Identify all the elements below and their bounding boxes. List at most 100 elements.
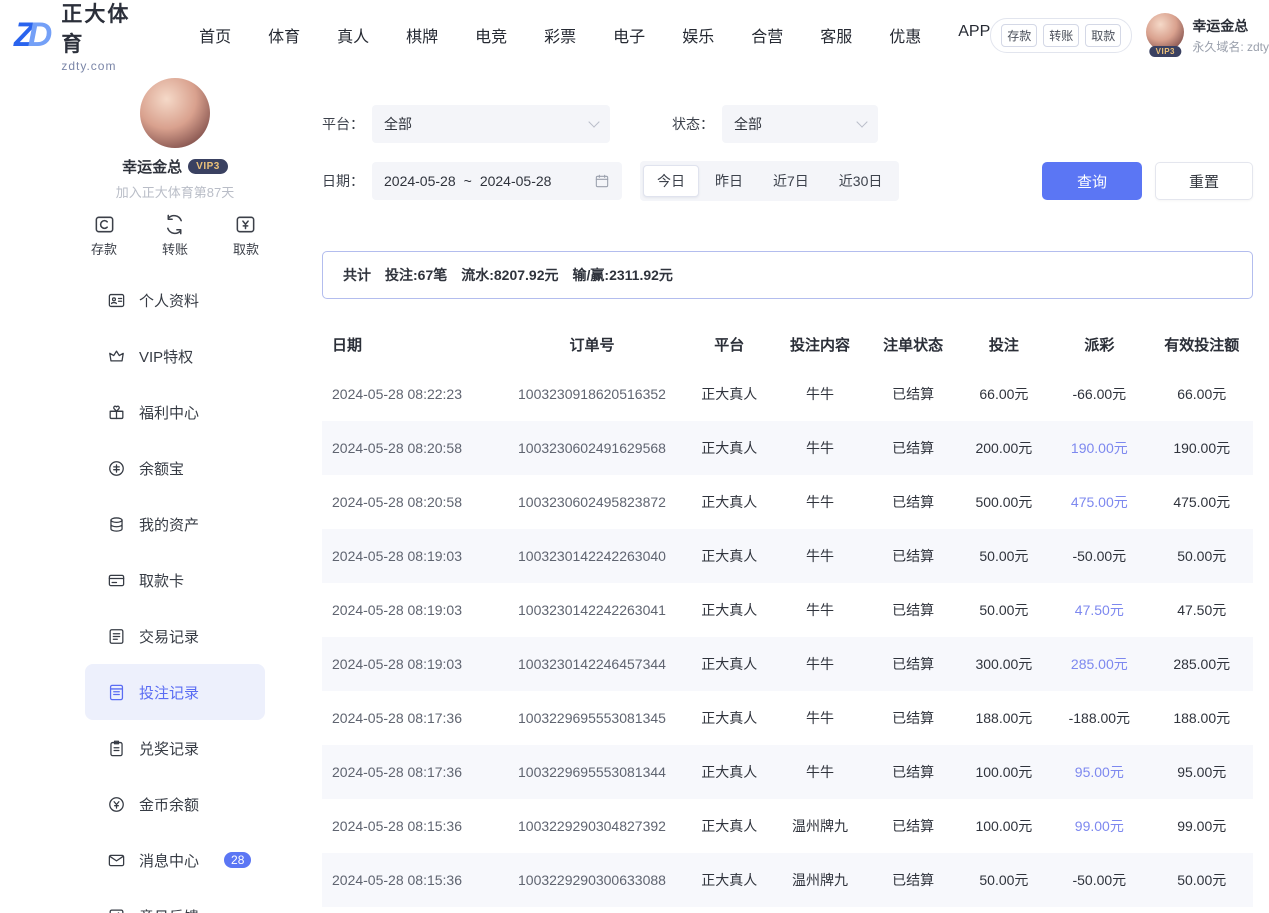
nav-item-3[interactable]: 棋牌: [406, 23, 438, 47]
cell-status: 已结算: [867, 708, 960, 728]
cell-valid: 285.00元: [1151, 654, 1253, 674]
sidebar-item-label: 取款卡: [139, 570, 184, 591]
cell-order: 1003229290304827392: [499, 818, 685, 834]
quick-action-deposit[interactable]: 存款: [91, 213, 117, 258]
nav-item-11[interactable]: APP: [958, 23, 990, 47]
sidebar-item-4[interactable]: 我的资产: [85, 496, 265, 552]
sidebar-item-label: 兑奖记录: [139, 738, 199, 759]
summary-bar: 共计 投注:67笔 流水:8207.92元 输/赢:2311.92元: [322, 251, 1253, 299]
cell-content: 牛牛: [774, 546, 867, 566]
cell-order: 1003230918620516352: [499, 386, 685, 402]
query-button[interactable]: 查询: [1042, 162, 1142, 200]
vip-badge: VIP3: [1150, 46, 1181, 57]
gift-icon: [107, 403, 126, 422]
message-icon: [107, 851, 126, 870]
cell-payout: 190.00元: [1048, 438, 1150, 458]
nav-item-5[interactable]: 彩票: [544, 23, 576, 47]
sidebar-item-6[interactable]: 交易记录: [85, 608, 265, 664]
bet-records-icon: [107, 683, 126, 702]
sidebar-item-11[interactable]: 意见反馈: [85, 888, 265, 913]
join-days-text: 加入正大体育第87天: [85, 182, 265, 201]
table-row: 2024-05-28 08:19:031003230142242263041正大…: [322, 583, 1253, 637]
sidebar-item-label: VIP特权: [139, 346, 193, 367]
filter-row-2: 日期： 2024-05-28 ~ 2024-05-28 今日昨日近7日近30日 …: [322, 161, 1253, 201]
sidebar-item-10[interactable]: 消息中心 28: [85, 832, 265, 888]
cell-date: 2024-05-28 08:19:03: [322, 548, 499, 564]
sidebar-item-2[interactable]: 福利中心: [85, 384, 265, 440]
date-label: 日期：: [322, 171, 364, 191]
cell-payout: 47.50元: [1048, 600, 1150, 620]
date-range-input[interactable]: 2024-05-28 ~ 2024-05-28: [372, 162, 622, 200]
cell-content: 牛牛: [774, 384, 867, 404]
table-row: 2024-05-28 08:20:581003230602495823872正大…: [322, 475, 1253, 529]
cell-order: 1003230602495823872: [499, 494, 685, 510]
sidebar-item-1[interactable]: VIP特权: [85, 328, 265, 384]
nav-item-2[interactable]: 真人: [337, 23, 369, 47]
range-button-0[interactable]: 今日: [643, 165, 699, 197]
quick-action-label: 转账: [162, 239, 188, 258]
cell-payout: -50.00元: [1048, 870, 1150, 890]
logo[interactable]: ZD 正大体育 zdty.com: [14, 0, 153, 73]
col-header-0: 日期: [322, 334, 499, 355]
range-button-2[interactable]: 近7日: [759, 165, 823, 197]
unread-badge: 28: [224, 852, 251, 868]
range-button-1[interactable]: 昨日: [701, 165, 757, 197]
wallet-chip-0[interactable]: 存款: [1001, 24, 1037, 47]
table-row: 2024-05-28 08:20:581003230602491629568正大…: [322, 421, 1253, 475]
platform-select[interactable]: 全部: [372, 105, 610, 143]
cell-content: 牛牛: [774, 492, 867, 512]
bank-card-icon: [107, 571, 126, 590]
table-row: 2024-05-28 08:15:361003229290300633088正大…: [322, 853, 1253, 907]
avatar-wrap: VIP3: [1146, 13, 1184, 57]
summary-bets: 投注:67笔: [385, 265, 447, 285]
nav-item-9[interactable]: 客服: [820, 23, 852, 47]
range-button-3[interactable]: 近30日: [825, 165, 897, 197]
cell-status: 已结算: [867, 492, 960, 512]
sidebar-item-9[interactable]: 金币余额: [85, 776, 265, 832]
reset-button[interactable]: 重置: [1155, 162, 1253, 200]
cell-payout: 99.00元: [1048, 816, 1150, 836]
nav-item-4[interactable]: 电竞: [475, 23, 507, 47]
nav-item-1[interactable]: 体育: [268, 23, 300, 47]
cell-payout: -66.00元: [1048, 384, 1150, 404]
cell-bet: 50.00元: [960, 600, 1048, 620]
quick-action-transfer[interactable]: 转账: [162, 213, 188, 258]
sidebar-item-3[interactable]: 余额宝: [85, 440, 265, 496]
wallet-chip-2[interactable]: 取款: [1085, 24, 1121, 47]
sidebar-item-8[interactable]: 兑奖记录: [85, 720, 265, 776]
col-header-7: 有效投注额: [1151, 334, 1253, 355]
table-row: 2024-05-28 08:17:361003229695553081345正大…: [322, 691, 1253, 745]
quick-action-withdraw[interactable]: 取款: [233, 213, 259, 258]
cell-bet: 300.00元: [960, 654, 1048, 674]
wallet-chip-1[interactable]: 转账: [1043, 24, 1079, 47]
table-body: 2024-05-28 08:22:231003230918620516352正大…: [322, 367, 1253, 907]
nav-item-7[interactable]: 娱乐: [682, 23, 714, 47]
records-table: 日期订单号平台投注内容注单状态投注派彩有效投注额 2024-05-28 08:2…: [322, 321, 1253, 907]
nav-item-6[interactable]: 电子: [613, 23, 645, 47]
cell-status: 已结算: [867, 816, 960, 836]
transactions-icon: [107, 627, 126, 646]
nav-item-8[interactable]: 合营: [751, 23, 783, 47]
sidebar-item-5[interactable]: 取款卡: [85, 552, 265, 608]
profile-card: 幸运金总 VIP3 加入正大体育第87天 存款 转账 取款: [85, 78, 265, 258]
nav-item-0[interactable]: 首页: [199, 23, 231, 47]
sidebar-item-label: 投注记录: [139, 682, 199, 703]
cell-status: 已结算: [867, 762, 960, 782]
deposit-icon: [93, 213, 116, 236]
cell-valid: 475.00元: [1151, 492, 1253, 512]
sidebar-quick-actions: 存款 转账 取款: [85, 213, 265, 258]
status-select[interactable]: 全部: [722, 105, 878, 143]
table-header-row: 日期订单号平台投注内容注单状态投注派彩有效投注额: [322, 321, 1253, 367]
table-row: 2024-05-28 08:22:231003230918620516352正大…: [322, 367, 1253, 421]
summary-total-label: 共计: [343, 265, 371, 285]
status-value: 全部: [734, 114, 762, 134]
sidebar-item-0[interactable]: 个人资料: [85, 272, 265, 328]
sidebar-item-label: 金币余额: [139, 794, 199, 815]
assets-icon: [107, 515, 126, 534]
sidebar-item-7[interactable]: 投注记录: [85, 664, 265, 720]
quick-range-group: 今日昨日近7日近30日: [640, 161, 899, 201]
filter-row-1: 平台： 全部 状态： 全部: [322, 105, 1253, 143]
gold-coin-icon: [107, 795, 126, 814]
nav-item-10[interactable]: 优惠: [889, 23, 921, 47]
user-mini[interactable]: VIP3 幸运金总 永久域名: zdty: [1146, 13, 1269, 57]
